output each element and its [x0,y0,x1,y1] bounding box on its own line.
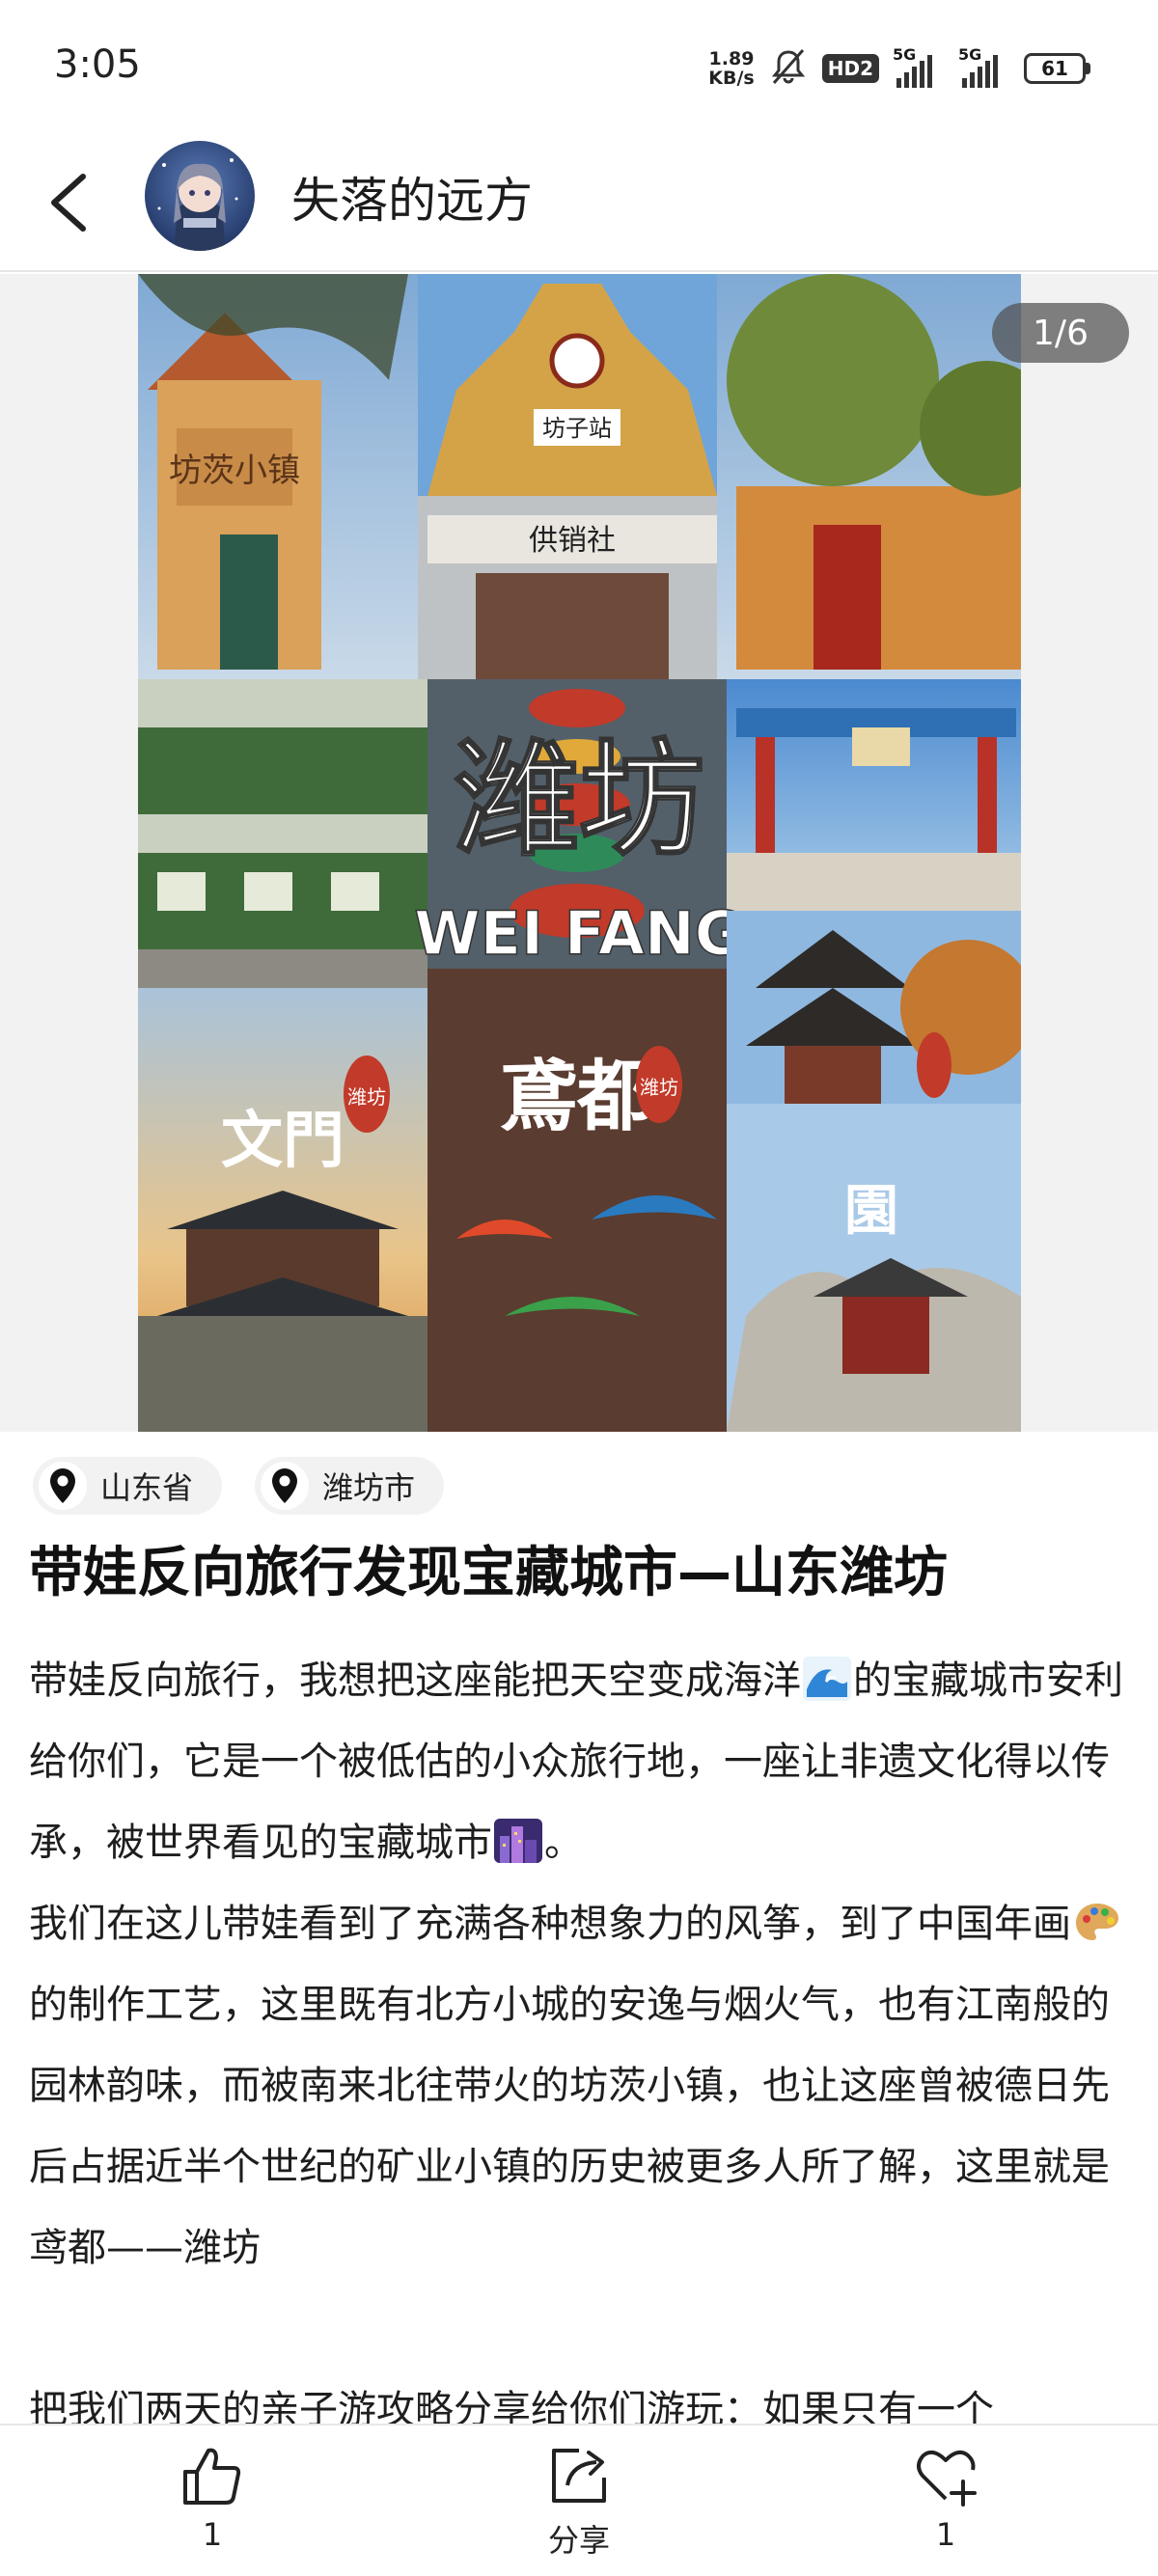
poster-title: 潍坊 [454,726,704,873]
author-avatar[interactable] [145,141,255,251]
heart-plus-icon [917,2450,977,2507]
battery-level: 61 [1024,53,1086,84]
status-icons: 1.89 KB/s HD2 5G 5G 61 [708,45,1090,91]
location-pin-icon [39,1462,87,1510]
network-speed: 1.89 KB/s [708,49,754,88]
poster-subtitle: WEI FANG [414,898,743,969]
location-tag-province[interactable]: 山东省 [33,1457,223,1515]
poster-label-left: 文門 [221,1105,345,1177]
battery-icon: 61 [1024,53,1090,84]
wave-icon [803,1648,851,1701]
post-text-segment: 我们在这儿带娃看到了充满各种想象力的风筝，到了中国年画 [29,1902,1071,1946]
artist-palette-icon [1073,1891,1121,1940]
poster-seal-mid: 潍坊 [640,1076,678,1099]
author-name[interactable]: 失落的远方 [291,162,533,232]
post-text-segment: 带娃反向旅行，我想把这座能把天空变成海洋 [29,1658,801,1703]
status-bar: 3:05 1.89 KB/s HD2 5G 5G 61 [0,0,1158,135]
post-text-segment: 。 [544,1821,583,1865]
favorite-button[interactable]: 1 [868,2443,1023,2553]
poster-sign-station: 坊子站 [542,415,612,442]
favorite-count: 1 [935,2516,956,2553]
chevron-left-icon [51,174,86,232]
post-header: 失落的远方 [0,135,1158,272]
sim2-signal-icon: 5G [958,45,1010,88]
image-gallery[interactable]: 坊茨小镇 坊子站 供销社 潍坊 WEI FANG 文門 潍坊 鳶都 潍坊 園 1… [0,274,1158,1432]
poster-image[interactable]: 坊茨小镇 坊子站 供销社 潍坊 WEI FANG 文門 潍坊 鳶都 潍坊 園 [138,274,1021,1432]
location-tag-city[interactable]: 潍坊市 [255,1457,445,1515]
thumbs-up-icon [183,2448,241,2505]
post-paragraph: 带娃反向旅行，我想把这座能把天空变成海洋 的宝藏城市安利给你们，它是一个被低估的小… [29,1640,1129,1883]
back-button[interactable] [39,164,96,241]
network-speed-unit: KB/s [708,68,755,89]
poster-label-mid: 鳶都 [500,1051,654,1141]
post-body: 带娃反向旅行，我想把这座能把天空变成海洋 的宝藏城市安利给你们，它是一个被低估的小… [29,1640,1129,2451]
share-icon [552,2449,606,2503]
like-count: 1 [202,2516,223,2553]
status-time: 3:05 [54,42,141,87]
page-indicator: 1/6 [992,303,1129,363]
location-tag-label: 潍坊市 [322,1469,416,1506]
hd-voice-badge: HD2 [821,54,879,83]
location-pin-icon [261,1462,310,1510]
post-paragraph: 我们在这儿带娃看到了充满各种想象力的风筝，到了中国年画的制作工艺，这里既有北方小… [29,1883,1129,2288]
sim1-label: 5G [893,45,917,64]
location-tag-label: 山东省 [100,1469,194,1506]
night-city-icon [494,1810,542,1863]
network-speed-value: 1.89 [708,48,755,69]
like-button[interactable]: 1 [135,2443,290,2553]
mute-bell-icon [768,46,809,91]
poster-sign-coop: 供销社 [529,524,616,558]
sim1-signal-icon: 5G [893,45,945,88]
post-title: 带娃反向旅行发现宝藏城市—山东潍坊 [29,1542,948,1604]
post-text-segment: 的制作工艺，这里既有北方小城的安逸与烟火气，也有江南般的园林韵味，而被南来北往带… [29,1983,1110,2270]
poster-seal-left: 潍坊 [347,1085,386,1109]
share-label: 分享 [547,2522,610,2559]
location-tags: 山东省 潍坊市 [33,1457,445,1515]
poster-sign-town: 坊茨小镇 [169,452,300,490]
sim2-label: 5G [958,45,982,64]
poster-label-right: 園 [844,1179,898,1243]
share-button[interactable]: 分享 [502,2443,656,2561]
bottom-action-bar: 1 分享 1 [0,2424,1158,2576]
